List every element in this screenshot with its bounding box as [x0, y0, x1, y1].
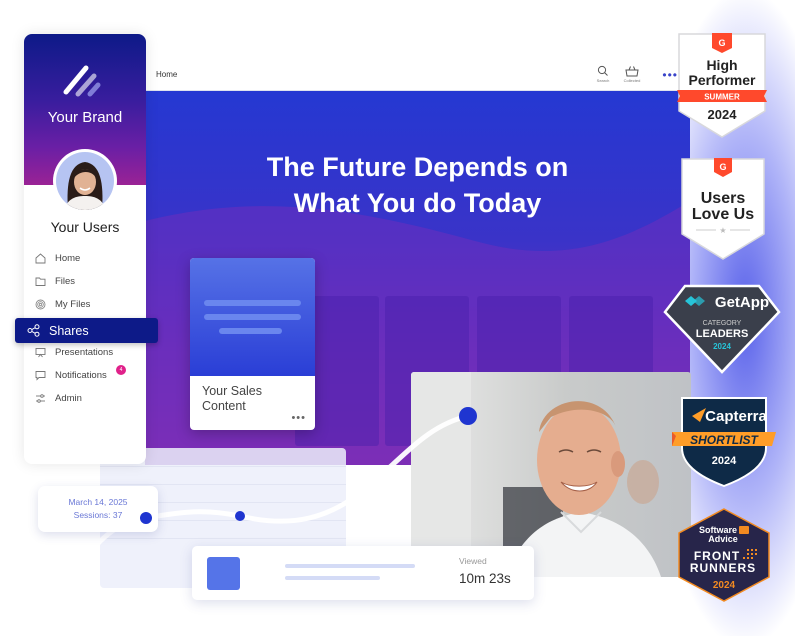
app-header: Home Search Collected ••• — [145, 60, 690, 91]
svg-text:CATEGORY: CATEGORY — [703, 320, 742, 327]
sidebar-item-my-files[interactable]: My Files — [24, 293, 146, 316]
fingerprint-icon — [35, 299, 46, 310]
svg-text:G: G — [719, 162, 726, 172]
software-advice-logo-icon — [739, 526, 749, 534]
svg-text:High: High — [706, 57, 737, 73]
card-title: Your Sales Content — [202, 384, 262, 414]
svg-text:GetApp: GetApp — [715, 294, 769, 311]
hero-title: The Future Depends on What You do Today — [145, 149, 690, 221]
presentation-icon — [35, 348, 46, 358]
placeholder-line — [285, 576, 380, 580]
sidebar-item-label: Shares — [49, 323, 89, 338]
sidebar-item-label: Home — [55, 253, 81, 264]
card-title-line1: Your Sales — [202, 384, 262, 398]
sidebar-nav: Home Files My Files Presentations Notifi… — [15, 247, 158, 410]
sidebar-item-label: My Files — [55, 299, 91, 310]
svg-text:2024: 2024 — [708, 107, 738, 122]
sliders-icon — [36, 394, 45, 403]
avatar[interactable] — [53, 149, 117, 213]
basket-icon — [625, 66, 639, 77]
viewed-time-card: Viewed 10m 23s — [192, 546, 534, 600]
tooltip-date: March 14, 2025 — [68, 497, 128, 507]
collected-label: Collected — [623, 78, 641, 83]
thumbnail-line — [204, 300, 301, 306]
notification-count-badge: 4 — [116, 365, 126, 375]
svg-text:2024: 2024 — [713, 342, 731, 351]
thumbnail-line — [204, 314, 301, 320]
thumbnail-line — [219, 328, 282, 334]
placeholder-line — [285, 564, 415, 568]
hero-title-line1: The Future Depends on — [266, 152, 569, 182]
svg-text:2024: 2024 — [712, 455, 737, 467]
user-avatar-image — [64, 162, 106, 210]
sidebar-item-shares[interactable]: Shares — [15, 318, 158, 343]
collected-button[interactable]: Collected — [618, 65, 646, 83]
svg-text:2024: 2024 — [713, 580, 736, 591]
software-advice-front-runners-badge: Software Advice FRONT RUNNERS 2024 — [678, 508, 770, 602]
g2-high-performer-badge: G High Performer SUMMER 2024 — [677, 33, 767, 138]
svg-text:SUMMER: SUMMER — [704, 93, 740, 102]
svg-text:Love Us: Love Us — [692, 206, 754, 223]
hero-title-line2: What You do Today — [293, 188, 542, 218]
chat-icon — [35, 371, 46, 381]
search-icon — [597, 65, 608, 76]
sidebar-item-home[interactable]: Home — [24, 247, 146, 270]
sidebar-item-label: Files — [55, 276, 76, 287]
getapp-category-leaders-badge: GetApp CATEGORY LEADERS 2024 — [663, 284, 781, 374]
card-title-line2: Content — [202, 399, 246, 413]
sidebar: Your Brand Your Users Home Files My File… — [15, 34, 158, 464]
svg-text:Performer: Performer — [689, 72, 756, 88]
star-icon: ★ — [719, 226, 726, 235]
grid-line — [100, 484, 346, 485]
brand-name: Your Brand — [47, 109, 123, 126]
sessions-tooltip: March 14, 2025 Sessions: 37 — [38, 486, 158, 532]
card-more-button[interactable]: ••• — [291, 412, 306, 424]
svg-text:Users: Users — [701, 190, 746, 207]
sidebar-item-admin[interactable]: Admin — [24, 387, 146, 410]
viewed-label: Viewed — [459, 556, 487, 566]
svg-text:Capterra: Capterra — [705, 408, 767, 425]
user-group-label: Your Users — [50, 219, 120, 235]
g2-users-love-us-badge: G Users Love Us ★ — [681, 158, 765, 260]
sidebar-item-label: Admin — [55, 393, 82, 404]
card-thumbnail — [190, 258, 315, 376]
breadcrumb[interactable]: Home — [156, 70, 177, 79]
sidebar-item-notifications[interactable]: Notifications 4 — [24, 364, 146, 387]
sidebar-item-label: Presentations — [55, 347, 114, 358]
capterra-shortlist-badge: Capterra SHORTLIST 2024 — [672, 397, 776, 488]
svg-text:SHORTLIST: SHORTLIST — [690, 433, 759, 447]
folder-icon — [35, 277, 46, 286]
search-button[interactable]: Search — [589, 65, 617, 83]
sales-content-card[interactable]: Your Sales Content ••• — [190, 258, 315, 430]
sidebar-item-presentations[interactable]: Presentations — [24, 341, 146, 364]
file-thumbnail — [207, 557, 240, 590]
svg-text:LEADERS: LEADERS — [696, 328, 749, 340]
grid-line — [100, 538, 346, 539]
brand-logo-icon — [63, 65, 101, 97]
svg-text:G: G — [718, 38, 725, 48]
viewed-value: 10m 23s — [459, 571, 511, 586]
svg-text:Advice: Advice — [708, 534, 738, 544]
sidebar-item-files[interactable]: Files — [24, 270, 146, 293]
share-icon — [27, 324, 40, 337]
more-menu-button[interactable]: ••• — [662, 68, 678, 82]
home-icon — [35, 253, 46, 264]
sidebar-item-label: Notifications — [55, 370, 107, 381]
svg-text:RUNNERS: RUNNERS — [690, 561, 756, 575]
tooltip-sessions: Sessions: 37 — [73, 510, 123, 520]
search-label: Search — [596, 78, 610, 83]
grid-line — [100, 466, 346, 467]
